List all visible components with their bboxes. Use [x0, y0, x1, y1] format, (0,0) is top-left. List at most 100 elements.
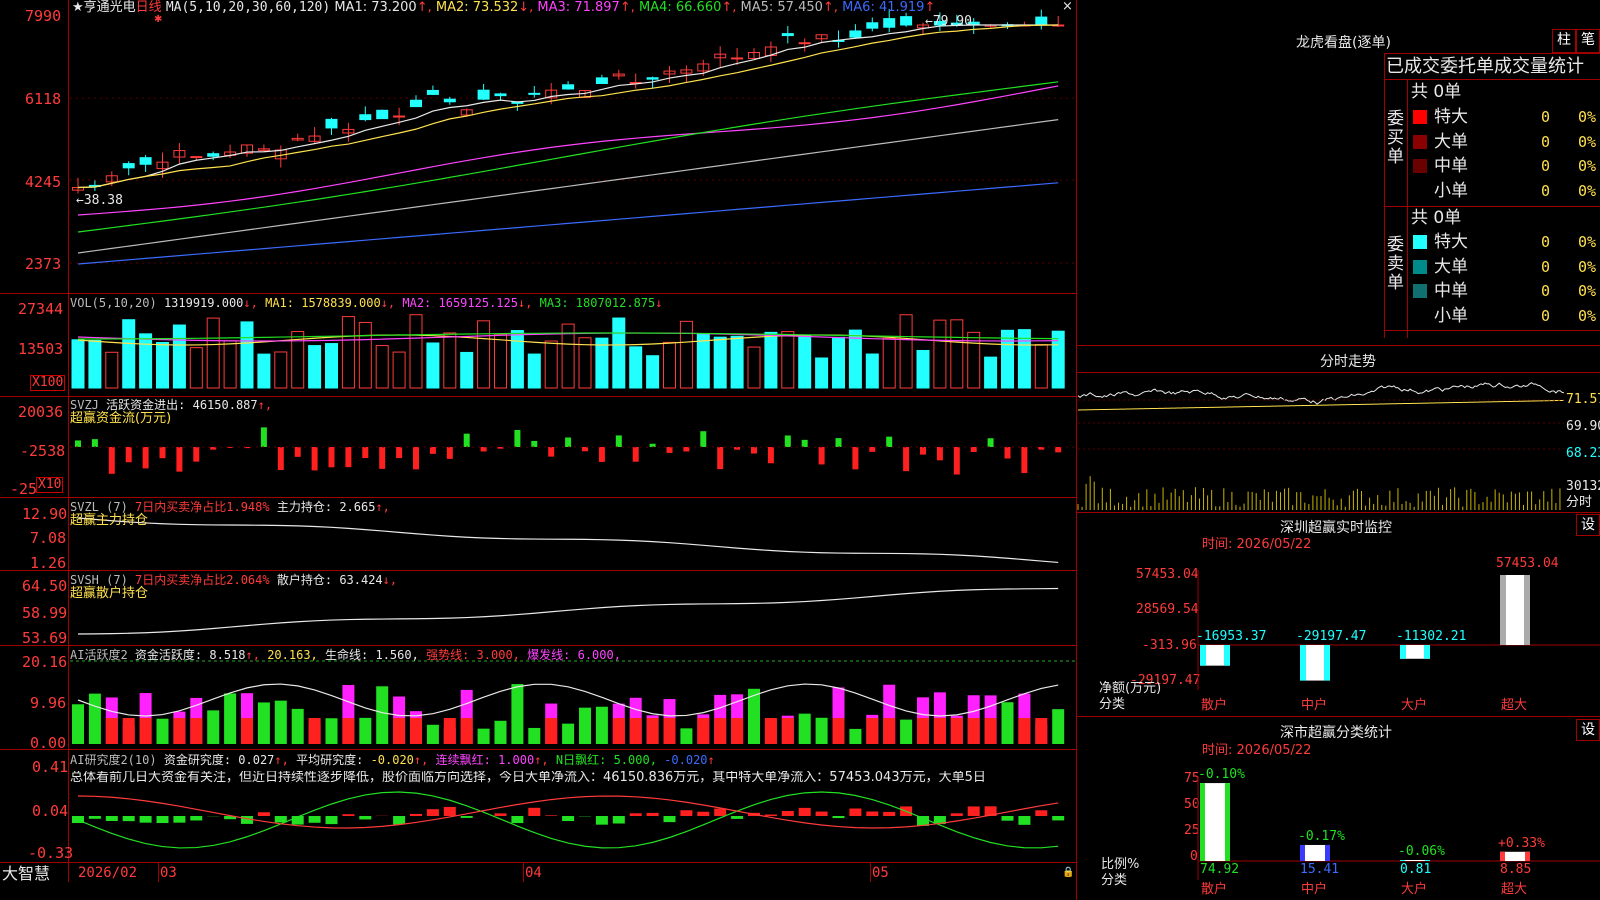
intraday-title: 分时走势	[1320, 354, 1376, 370]
activity-bar	[257, 702, 270, 744]
candle-body	[139, 157, 152, 165]
volume-bar	[696, 333, 710, 389]
activity-bar-base	[950, 718, 963, 744]
stat-value-3: 8.85	[1500, 862, 1532, 877]
activity-bar	[579, 707, 591, 744]
fund-flow-bar	[1004, 447, 1011, 459]
candle-body	[849, 30, 862, 38]
sell-row-pct-0: 0%	[1578, 233, 1597, 251]
activity-bar	[1052, 709, 1065, 744]
fund-flow-bar	[446, 447, 453, 459]
activity-bar	[798, 713, 811, 744]
fund-flow-bar	[396, 447, 403, 459]
brand-label[interactable]: 大智慧	[2, 865, 50, 883]
sell-total: 共 0单	[1411, 208, 1462, 228]
activity-bar-base	[460, 718, 473, 744]
volume-bar	[798, 335, 812, 389]
candle-body	[528, 92, 541, 95]
research-bar	[426, 809, 439, 816]
activity-bar	[72, 704, 84, 744]
fund-flow-bar	[987, 438, 994, 447]
candle-body	[883, 18, 896, 28]
activity-bar-base	[1035, 718, 1048, 744]
fund-flow-bar	[548, 447, 555, 457]
volume-bar	[443, 332, 457, 389]
fund-flow-bar	[193, 447, 200, 462]
lock-icon[interactable]: 🔒	[1062, 866, 1074, 880]
tab-orders[interactable]: 委托单	[1440, 56, 1494, 77]
stat-value-2: 0.81	[1400, 862, 1432, 877]
fund-flow-bar	[683, 447, 690, 452]
volume-bar	[460, 351, 474, 389]
research-bar	[714, 808, 727, 816]
bar-view-button[interactable]: 柱	[1552, 29, 1576, 53]
monitor-cat-2: 大户	[1401, 698, 1428, 713]
monitor-settings-button[interactable]: 设	[1576, 514, 1600, 536]
tab-volume-stats[interactable]: 成交量统计	[1494, 56, 1584, 77]
fund-flow-bar	[886, 436, 893, 447]
stat-value-1: 15.41	[1300, 862, 1340, 877]
research-bar	[342, 814, 355, 816]
volume-bar	[747, 346, 761, 389]
stat-y-3: 0	[1190, 849, 1198, 864]
volume-bar	[206, 317, 220, 389]
stat-y-1: 50	[1184, 797, 1200, 812]
monitor-value-1: -29197.47	[1296, 629, 1367, 644]
candle-body	[900, 16, 913, 26]
tab-traded[interactable]: 已成交委托单成交量统计	[1386, 57, 1584, 77]
ma-value-5: MA5: 57.450	[736, 0, 823, 15]
candle-body	[781, 33, 794, 37]
fund-flow-bar	[970, 447, 977, 452]
high-mark: ←79.90	[925, 14, 972, 29]
fund-flow-bar	[531, 440, 538, 447]
research-bar	[798, 807, 811, 816]
research-bar	[1001, 816, 1014, 821]
buy-row-pct-3: 0%	[1578, 181, 1597, 200]
sell-row-pct-2: 0%	[1578, 282, 1597, 300]
tick-view-button[interactable]: 笔	[1576, 29, 1600, 53]
stock-name[interactable]: ★亨通光电	[72, 0, 136, 15]
buy-row-pct-2: 0%	[1578, 157, 1597, 175]
fund-flow-bar	[767, 447, 774, 464]
fund-flow-bar	[615, 435, 622, 447]
volume-bar	[122, 319, 136, 389]
x-label-0: 2026/02	[78, 865, 138, 881]
fund-flow-bar	[91, 439, 98, 447]
y-label-main-3: 2373	[25, 255, 62, 273]
y-label-ai2-1: 0.04	[32, 802, 69, 820]
activity-bar	[88, 693, 101, 744]
activity-bar-base	[967, 718, 980, 744]
close-icon[interactable]: ×	[1062, 0, 1073, 14]
buy-row-name-1: 大单	[1434, 131, 1468, 152]
y-label-svzj-1: -2538	[20, 442, 66, 460]
svzj-header: SVZJ 活跃资金进出: 46150.887↑,	[70, 398, 273, 412]
volume-bar	[629, 346, 643, 389]
research-bar	[832, 816, 845, 819]
y-label-svzl-1: 7.08	[30, 529, 67, 547]
research-bar	[883, 811, 896, 816]
stat-value-0: 74.92	[1200, 862, 1240, 877]
stat-settings-button[interactable]: 设	[1576, 719, 1600, 741]
volume-bar	[510, 330, 524, 389]
fund-flow-bar	[801, 439, 808, 447]
vol-unit: X100	[30, 375, 66, 391]
stat-cat-3: 超大	[1501, 882, 1528, 897]
activity-bar-base	[697, 718, 710, 744]
candle-body	[426, 89, 439, 95]
volume-bar	[764, 331, 778, 389]
research-bar	[308, 816, 321, 823]
y-label-svsh-2: 53.69	[22, 629, 68, 647]
monitor-unit: 净额(万元)	[1099, 681, 1162, 696]
intraday-tab[interactable]: 分时	[1566, 496, 1592, 510]
buy-row-name-0: 特大	[1434, 107, 1468, 127]
volume-bar	[1051, 330, 1065, 389]
vol-ma-value-2: MA2: 1659125.125	[395, 296, 518, 310]
volume-bar	[189, 347, 203, 389]
ai2-summary: 总体看前几日大资金有关注，但近日持续性逐步降低，股价面临方向选择，今日大单净流入…	[70, 771, 986, 785]
activity-bar	[325, 718, 338, 744]
fund-flow-bar	[362, 447, 369, 459]
research-bar	[410, 813, 422, 816]
sell-row-swatch-0	[1413, 235, 1427, 249]
monitor-y-1: 28569.54	[1136, 602, 1199, 617]
candle-body	[122, 163, 135, 169]
